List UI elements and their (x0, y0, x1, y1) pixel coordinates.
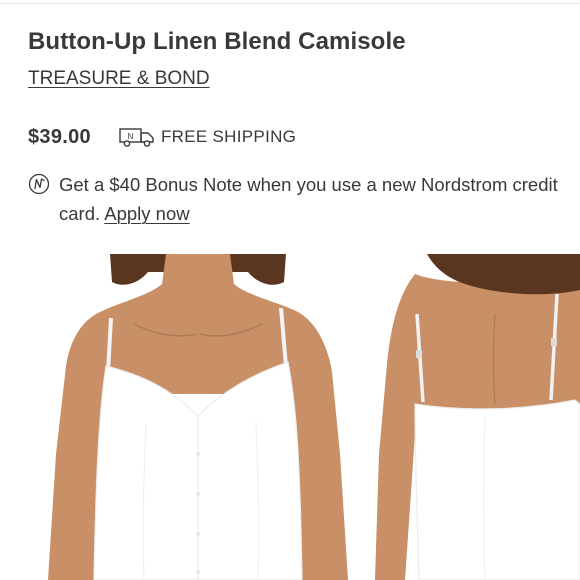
product-photo-back[interactable] (375, 254, 580, 580)
top-divider (0, 0, 580, 4)
apply-now-link[interactable]: Apply now (104, 203, 189, 224)
front-photo-image (48, 254, 348, 580)
nordstrom-note-icon (28, 173, 50, 195)
brand-link[interactable]: TREASURE & BOND (28, 67, 210, 91)
product-photo-front[interactable] (48, 254, 348, 580)
product-title: Button-Up Linen Blend Camisole (28, 28, 406, 55)
delivery-truck-icon: N (119, 128, 154, 147)
truck-letter: N (128, 132, 134, 141)
back-photo-image (375, 254, 580, 580)
product-gallery (0, 254, 580, 580)
promo-text: Get a $40 Bonus Note when you use a new … (59, 170, 559, 228)
price-row: $39.00 N FREE SHIPPING (28, 124, 296, 150)
product-price: $39.00 (28, 125, 91, 148)
free-shipping: N FREE SHIPPING (119, 126, 296, 148)
shipping-label: FREE SHIPPING (160, 127, 297, 146)
